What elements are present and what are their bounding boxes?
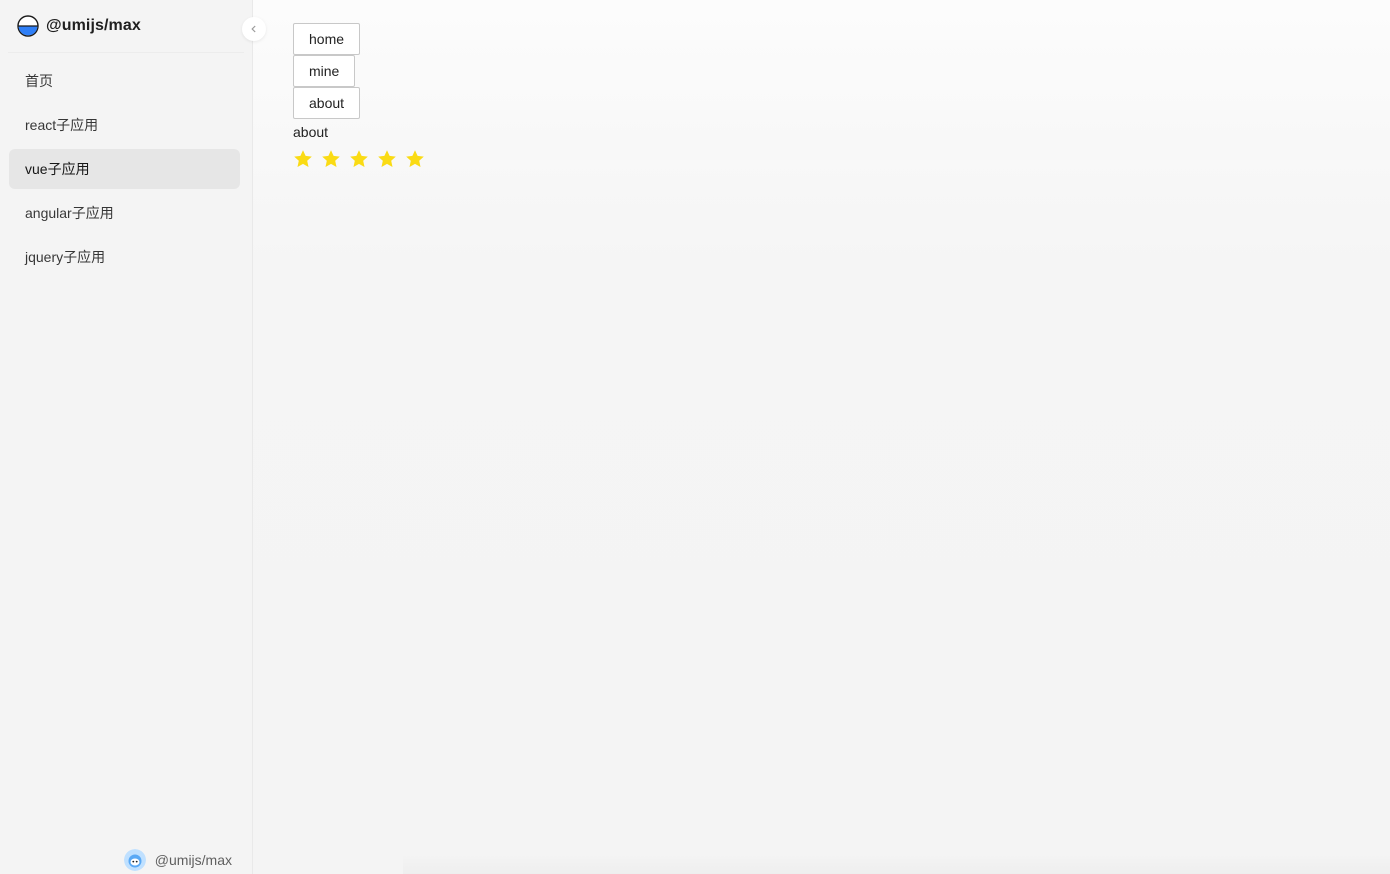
app-layout: @umijs/max 首页 react子应用 vue子应用 angular子应用… [0, 0, 1390, 874]
home-button[interactable]: home [293, 23, 361, 55]
sidebar-item-label: vue子应用 [25, 161, 90, 177]
about-button[interactable]: about [293, 87, 361, 119]
star-icon[interactable] [349, 149, 369, 169]
sidebar-item-label: 首页 [25, 73, 53, 89]
star-rating[interactable] [293, 149, 1390, 169]
chevron-left-icon [251, 25, 256, 33]
sidebar: @umijs/max 首页 react子应用 vue子应用 angular子应用… [0, 0, 266, 874]
sidebar-item-label: react子应用 [25, 117, 99, 133]
collapse-sidebar-button[interactable] [242, 17, 266, 41]
star-icon[interactable] [293, 149, 313, 169]
sidebar-item-angular-app[interactable]: angular子应用 [9, 193, 240, 233]
star-icon[interactable] [405, 149, 425, 169]
footer-username: @umijs/max [154, 852, 232, 868]
main-content: home mine about about [253, 0, 1390, 874]
bottom-shadow [403, 854, 1390, 874]
sidebar-header[interactable]: @umijs/max [8, 0, 244, 53]
current-page-label: about [293, 124, 329, 140]
sidebar-item-label: angular子应用 [25, 205, 114, 221]
sidebar-item-label: jquery子应用 [25, 249, 106, 265]
star-icon[interactable] [377, 149, 397, 169]
sidebar-item-react-app[interactable]: react子应用 [9, 105, 240, 145]
sidebar-footer-user[interactable]: @umijs/max [0, 848, 252, 872]
mine-button[interactable]: mine [293, 55, 356, 87]
umi-logo-icon [17, 15, 39, 37]
sidebar-item-jquery-app[interactable]: jquery子应用 [9, 237, 240, 277]
star-icon[interactable] [321, 149, 341, 169]
sidebar-item-vue-app[interactable]: vue子应用 [9, 149, 240, 189]
sidebar-item-home[interactable]: 首页 [9, 61, 240, 101]
sidebar-menu: 首页 react子应用 vue子应用 angular子应用 jquery子应用 [0, 53, 252, 277]
user-avatar-icon [123, 849, 146, 871]
app-title: @umijs/max [46, 17, 141, 34]
